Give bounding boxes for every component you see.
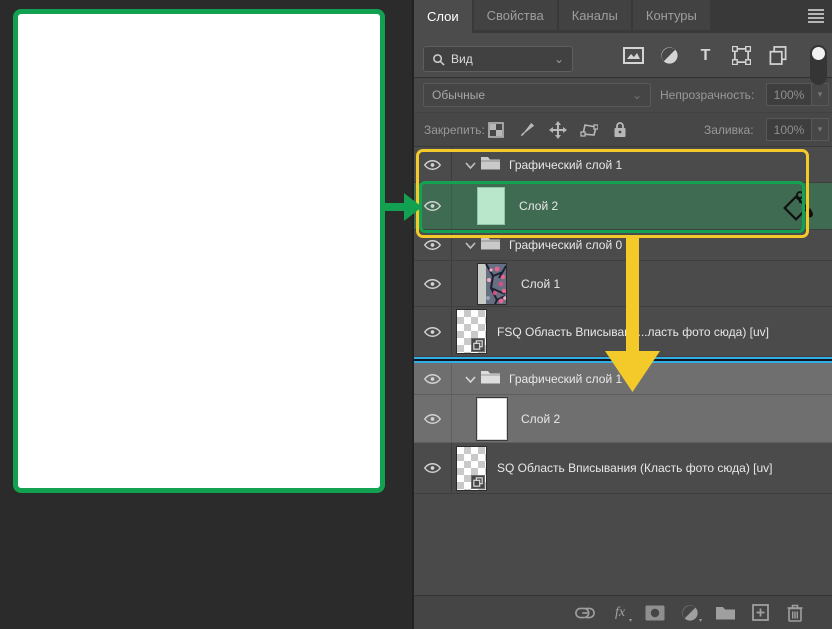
- lock-all-icon[interactable]: [610, 120, 630, 140]
- blend-mode-value: Обычные: [432, 88, 485, 102]
- lock-label: Закрепить:: [424, 123, 485, 137]
- layer-row-group-0[interactable]: Графический слой 0: [414, 230, 832, 261]
- layer-row-group-1[interactable]: Графический слой 1: [414, 147, 832, 183]
- blend-mode-row: Обычные ⌄ Непрозрачность: 100% ▾: [414, 78, 832, 112]
- chevron-down-icon[interactable]: ▾: [812, 83, 829, 106]
- visibility-eye-icon[interactable]: [414, 147, 452, 182]
- layer-thumbnail[interactable]: [477, 263, 507, 305]
- folder-icon: [480, 235, 501, 255]
- filter-pixel-layers-icon[interactable]: [622, 44, 645, 67]
- filter-adjustment-layers-icon[interactable]: [658, 44, 681, 67]
- layer-row-group-1-copy[interactable]: Графический слой 1: [414, 363, 832, 395]
- layer-row-layer-2-selected[interactable]: Слой 2: [414, 183, 832, 230]
- filtering-toggle[interactable]: [810, 45, 827, 85]
- tab-label: Каналы: [572, 8, 618, 23]
- group-expand-chevron-icon[interactable]: [465, 156, 476, 174]
- chevron-down-icon: ⌄: [554, 52, 564, 66]
- group-expand-chevron-icon[interactable]: [465, 370, 476, 388]
- folder-icon: [480, 155, 501, 175]
- new-adjustment-layer-icon[interactable]: ▾: [679, 602, 701, 624]
- lock-row: Закрепить: Заливка: 100% ▾: [414, 112, 832, 147]
- canvas-area: [0, 0, 414, 629]
- visibility-eye-icon[interactable]: [414, 261, 452, 306]
- layer-thumbnail[interactable]: [456, 446, 487, 491]
- folder-icon: [480, 369, 501, 389]
- fill-value[interactable]: 100%: [766, 118, 812, 141]
- toggle-knob: [812, 47, 825, 60]
- filter-kind-label: Вид: [451, 52, 473, 66]
- layer-name[interactable]: SQ Область Вписывания (Класть фото сюда)…: [497, 461, 772, 475]
- layer-filter-row: Вид ⌄ T: [414, 33, 832, 78]
- layer-name[interactable]: FSQ Область Вписывани...ласть фото сюда)…: [497, 325, 769, 339]
- group-expand-chevron-icon[interactable]: [465, 236, 476, 254]
- filter-smart-objects-icon[interactable]: [766, 44, 789, 67]
- layer-row-fsq-smart-object[interactable]: FSQ Область Вписывани...ласть фото сюда)…: [414, 307, 832, 357]
- search-icon: [432, 53, 445, 66]
- visibility-eye-icon[interactable]: [414, 443, 452, 493]
- paint-bucket-cursor-icon: [780, 190, 816, 229]
- panel-tab-bar: Слои Свойства Каналы Контуры: [414, 0, 832, 33]
- caret-down-icon: ▾: [629, 617, 632, 624]
- layer-thumbnail[interactable]: [477, 187, 505, 225]
- smart-object-badge-icon: [471, 338, 485, 352]
- layer-row-sq-smart-object[interactable]: SQ Область Вписывания (Класть фото сюда)…: [414, 443, 832, 494]
- smart-object-badge-icon: [471, 475, 485, 489]
- visibility-eye-icon[interactable]: [414, 230, 452, 260]
- layer-name[interactable]: Графический слой 1: [509, 372, 622, 386]
- fx-label: fx: [615, 605, 625, 621]
- layer-name[interactable]: Слой 2: [521, 412, 560, 426]
- add-layer-mask-icon[interactable]: [644, 602, 666, 624]
- tab-label: Слои: [427, 9, 459, 24]
- link-layers-icon[interactable]: [574, 602, 596, 624]
- lock-position-icon[interactable]: [548, 120, 568, 140]
- opacity-label: Непрозрачность:: [660, 88, 754, 102]
- layer-row-layer-1[interactable]: Слой 1: [414, 261, 832, 307]
- visibility-eye-icon[interactable]: [414, 363, 452, 394]
- caret-down-icon: ▾: [699, 617, 702, 624]
- delete-layer-trash-icon[interactable]: [784, 602, 806, 624]
- filter-shape-layers-icon[interactable]: [730, 44, 753, 67]
- visibility-eye-icon[interactable]: [414, 395, 452, 442]
- document-canvas[interactable]: [13, 9, 385, 493]
- opacity-value[interactable]: 100%: [766, 83, 812, 106]
- layers-bottom-toolbar: fx ▾ ▾: [414, 595, 832, 629]
- green-arrow-annotation: [380, 188, 422, 226]
- blend-mode-select[interactable]: Обычные ⌄: [423, 83, 651, 107]
- layer-name[interactable]: Слой 2: [519, 199, 558, 213]
- tab-layers[interactable]: Слои: [414, 0, 472, 33]
- layer-name[interactable]: Графический слой 1: [509, 158, 622, 172]
- lock-artboard-icon[interactable]: [579, 120, 599, 140]
- layer-name[interactable]: Слой 1: [521, 277, 560, 291]
- filter-kind-select[interactable]: Вид ⌄: [423, 46, 573, 72]
- layer-list: Графический слой 1 Слой 2: [414, 147, 832, 494]
- filter-type-layers-icon[interactable]: T: [694, 44, 717, 67]
- tab-properties[interactable]: Свойства: [474, 0, 557, 30]
- panel-menu-icon[interactable]: [808, 9, 824, 23]
- new-layer-icon[interactable]: [749, 602, 771, 624]
- new-group-folder-icon[interactable]: [714, 602, 736, 624]
- fill-label: Заливка:: [704, 123, 754, 137]
- tab-channels[interactable]: Каналы: [559, 0, 631, 30]
- chevron-down-icon[interactable]: ▾: [812, 118, 829, 141]
- lock-transparency-icon[interactable]: [486, 120, 506, 140]
- chevron-down-icon: ⌄: [632, 88, 642, 102]
- layer-thumbnail[interactable]: [477, 398, 507, 440]
- layer-name[interactable]: Графический слой 0: [509, 238, 622, 252]
- layer-thumbnail[interactable]: [456, 309, 487, 354]
- visibility-eye-icon[interactable]: [414, 307, 452, 356]
- tab-paths[interactable]: Контуры: [633, 0, 710, 30]
- layer-style-fx-icon[interactable]: fx ▾: [609, 602, 631, 624]
- lock-image-icon[interactable]: [517, 120, 537, 140]
- tab-label: Контуры: [646, 8, 697, 23]
- layers-panel: Слои Свойства Каналы Контуры Вид ⌄ T: [414, 0, 832, 629]
- layer-row-layer-2-copy[interactable]: Слой 2: [414, 395, 832, 443]
- tab-label: Свойства: [487, 8, 544, 23]
